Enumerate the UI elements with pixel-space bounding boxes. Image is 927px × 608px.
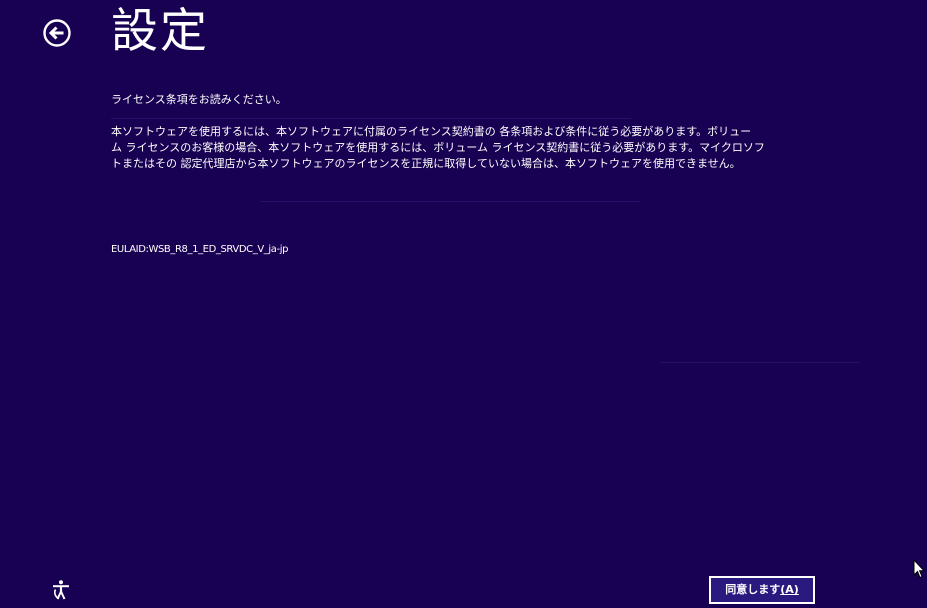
page-title: 設定 (111, 4, 209, 59)
back-button[interactable] (42, 18, 72, 48)
ease-of-access-icon (50, 579, 72, 601)
accept-button-mnemonic: (A) (780, 583, 799, 596)
faint-divider (111, 118, 631, 119)
eula-id: EULAID:WSB_R8_1_ED_SRVDC_V_ja-jp (111, 244, 289, 255)
license-body-line: ム ライセンスのお客様の場合、本ソフトウェアを使用するには、ボリューム ライセン… (111, 141, 765, 154)
license-body: 本ソフトウェアを使用するには、本ソフトウェアに付属のライセンス契約書の 各条項お… (111, 124, 846, 172)
faint-divider (660, 362, 860, 363)
ease-of-access-button[interactable] (50, 579, 72, 601)
mouse-pointer-icon (913, 559, 925, 579)
setup-screen: 設定 ライセンス条項をお読みください。 本ソフトウェアを使用するには、本ソフトウ… (0, 0, 927, 608)
accept-button-label: 同意します (725, 583, 781, 596)
license-subtitle: ライセンス条項をお読みください。 (111, 93, 287, 106)
faint-divider (260, 201, 640, 202)
license-body-line: トまたはその 認定代理店から本ソフトウェアのライセンスを正規に取得していない場合… (111, 157, 741, 170)
accept-button[interactable]: 同意します(A) (709, 576, 815, 604)
license-section: ライセンス条項をお読みください。 (111, 92, 851, 108)
license-body-line: 本ソフトウェアを使用するには、本ソフトウェアに付属のライセンス契約書の 各条項お… (111, 125, 752, 138)
back-arrow-circle-icon (42, 18, 72, 48)
